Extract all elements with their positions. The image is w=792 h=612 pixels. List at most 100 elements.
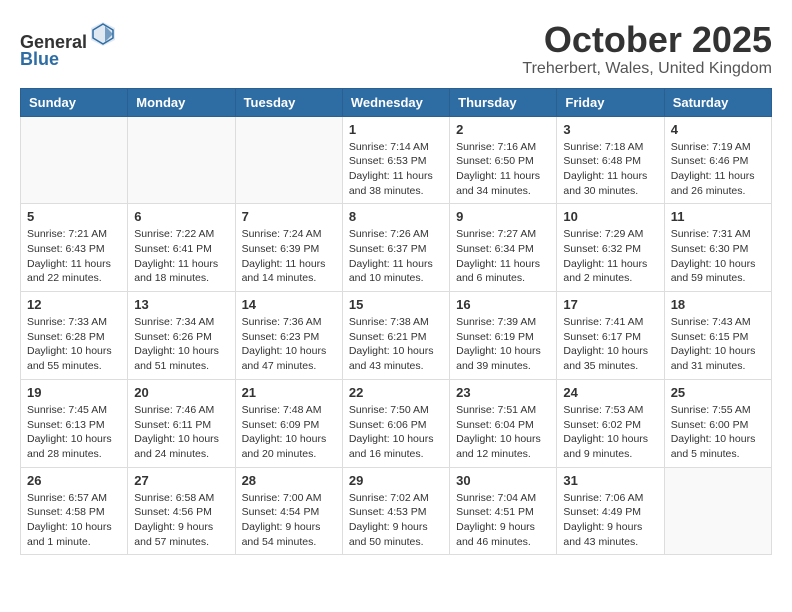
calendar-day-cell: 29 Sunrise: 7:02 AM Sunset: 4:53 PM Dayli… xyxy=(342,467,449,555)
day-number: 13 xyxy=(134,297,228,312)
day-info: Sunrise: 7:06 AM Sunset: 4:49 PM Dayligh… xyxy=(563,491,657,550)
calendar-day-cell: 11Sunrise: 7:31 AM Sunset: 6:30 PM Dayli… xyxy=(664,204,771,292)
day-info: Sunrise: 7:21 AM Sunset: 6:43 PM Dayligh… xyxy=(27,227,121,286)
calendar-day-cell: 23Sunrise: 7:51 AM Sunset: 6:04 PM Dayli… xyxy=(450,379,557,467)
calendar-day-cell: 26Sunrise: 6:57 AM Sunset: 4:58 PM Dayli… xyxy=(21,467,128,555)
day-info: Sunrise: 6:58 AM Sunset: 4:56 PM Dayligh… xyxy=(134,491,228,550)
calendar-day-cell: 27 Sunrise: 6:58 AM Sunset: 4:56 PM Dayli… xyxy=(128,467,235,555)
day-number: 18 xyxy=(671,297,765,312)
day-info: Sunrise: 7:45 AM Sunset: 6:13 PM Dayligh… xyxy=(27,403,121,462)
day-info: Sunrise: 7:04 AM Sunset: 4:51 PM Dayligh… xyxy=(456,491,550,550)
calendar-day-cell: 12 Sunrise: 7:33 AM Sunset: 6:28 PM Dayli… xyxy=(21,292,128,380)
calendar-day-cell: 28 Sunrise: 7:00 AM Sunset: 4:54 PM Dayli… xyxy=(235,467,342,555)
calendar-week-row: 5 Sunrise: 7:21 AM Sunset: 6:43 PM Daylig… xyxy=(21,204,772,292)
day-info: Sunrise: 7:27 AM Sunset: 6:34 PM Dayligh… xyxy=(456,227,550,286)
day-info: Sunrise: 7:34 AM Sunset: 6:26 PM Dayligh… xyxy=(134,315,228,374)
day-header-thursday: Thursday xyxy=(450,88,557,116)
day-number: 29 xyxy=(349,473,443,488)
calendar-day-cell: 18Sunrise: 7:43 AM Sunset: 6:15 PM Dayli… xyxy=(664,292,771,380)
day-info: Sunrise: 7:00 AM Sunset: 4:54 PM Dayligh… xyxy=(242,491,336,550)
day-info: Sunrise: 7:36 AM Sunset: 6:23 PM Dayligh… xyxy=(242,315,336,374)
day-header-friday: Friday xyxy=(557,88,664,116)
calendar-day-cell xyxy=(128,116,235,204)
day-number: 5 xyxy=(27,209,121,224)
day-info: Sunrise: 7:22 AM Sunset: 6:41 PM Dayligh… xyxy=(134,227,228,286)
day-number: 8 xyxy=(349,209,443,224)
calendar-day-cell: 25 Sunrise: 7:55 AM Sunset: 6:00 PM Dayli… xyxy=(664,379,771,467)
day-number: 10 xyxy=(563,209,657,224)
day-info: Sunrise: 7:29 AM Sunset: 6:32 PM Dayligh… xyxy=(563,227,657,286)
day-number: 2 xyxy=(456,122,550,137)
day-info: Sunrise: 7:24 AM Sunset: 6:39 PM Dayligh… xyxy=(242,227,336,286)
day-number: 1 xyxy=(349,122,443,137)
day-number: 25 xyxy=(671,385,765,400)
day-info: Sunrise: 7:18 AM Sunset: 6:48 PM Dayligh… xyxy=(563,140,657,199)
day-header-monday: Monday xyxy=(128,88,235,116)
calendar-day-cell: 7 Sunrise: 7:24 AM Sunset: 6:39 PM Daylig… xyxy=(235,204,342,292)
day-number: 3 xyxy=(563,122,657,137)
day-number: 12 xyxy=(27,297,121,312)
calendar-day-cell: 17 Sunrise: 7:41 AM Sunset: 6:17 PM Dayli… xyxy=(557,292,664,380)
day-info: Sunrise: 7:02 AM Sunset: 4:53 PM Dayligh… xyxy=(349,491,443,550)
location-title: Treherbert, Wales, United Kingdom xyxy=(522,60,772,78)
day-number: 19 xyxy=(27,385,121,400)
calendar-day-cell: 16Sunrise: 7:39 AM Sunset: 6:19 PM Dayli… xyxy=(450,292,557,380)
calendar-day-cell: 21 Sunrise: 7:48 AM Sunset: 6:09 PM Dayli… xyxy=(235,379,342,467)
day-number: 31 xyxy=(563,473,657,488)
logo-text: General Blue xyxy=(20,20,117,70)
day-info: Sunrise: 7:41 AM Sunset: 6:17 PM Dayligh… xyxy=(563,315,657,374)
day-number: 27 xyxy=(134,473,228,488)
calendar-day-cell: 5 Sunrise: 7:21 AM Sunset: 6:43 PM Daylig… xyxy=(21,204,128,292)
day-info: Sunrise: 7:46 AM Sunset: 6:11 PM Dayligh… xyxy=(134,403,228,462)
calendar-week-row: 19 Sunrise: 7:45 AM Sunset: 6:13 PM Dayli… xyxy=(21,379,772,467)
day-header-saturday: Saturday xyxy=(664,88,771,116)
day-number: 15 xyxy=(349,297,443,312)
calendar-week-row: 26Sunrise: 6:57 AM Sunset: 4:58 PM Dayli… xyxy=(21,467,772,555)
calendar-day-cell: 9 Sunrise: 7:27 AM Sunset: 6:34 PM Daylig… xyxy=(450,204,557,292)
day-number: 28 xyxy=(242,473,336,488)
calendar-day-cell: 24 Sunrise: 7:53 AM Sunset: 6:02 PM Dayli… xyxy=(557,379,664,467)
calendar-week-row: 12 Sunrise: 7:33 AM Sunset: 6:28 PM Dayli… xyxy=(21,292,772,380)
day-number: 17 xyxy=(563,297,657,312)
day-info: Sunrise: 7:50 AM Sunset: 6:06 PM Dayligh… xyxy=(349,403,443,462)
day-info: Sunrise: 7:26 AM Sunset: 6:37 PM Dayligh… xyxy=(349,227,443,286)
calendar-day-cell: 19 Sunrise: 7:45 AM Sunset: 6:13 PM Dayli… xyxy=(21,379,128,467)
month-title: October 2025 xyxy=(522,20,772,60)
title-block: October 2025 Treherbert, Wales, United K… xyxy=(522,20,772,78)
day-number: 30 xyxy=(456,473,550,488)
day-info: Sunrise: 7:33 AM Sunset: 6:28 PM Dayligh… xyxy=(27,315,121,374)
calendar-day-cell: 8 Sunrise: 7:26 AM Sunset: 6:37 PM Daylig… xyxy=(342,204,449,292)
day-header-wednesday: Wednesday xyxy=(342,88,449,116)
calendar-day-cell: 20 Sunrise: 7:46 AM Sunset: 6:11 PM Dayli… xyxy=(128,379,235,467)
day-info: Sunrise: 7:48 AM Sunset: 6:09 PM Dayligh… xyxy=(242,403,336,462)
calendar-day-cell xyxy=(21,116,128,204)
day-number: 9 xyxy=(456,209,550,224)
calendar-day-cell: 15Sunrise: 7:38 AM Sunset: 6:21 PM Dayli… xyxy=(342,292,449,380)
logo-flag-icon xyxy=(89,20,117,48)
day-number: 23 xyxy=(456,385,550,400)
calendar-day-cell: 31 Sunrise: 7:06 AM Sunset: 4:49 PM Dayli… xyxy=(557,467,664,555)
day-info: Sunrise: 7:19 AM Sunset: 6:46 PM Dayligh… xyxy=(671,140,765,199)
day-info: Sunrise: 7:53 AM Sunset: 6:02 PM Dayligh… xyxy=(563,403,657,462)
day-number: 20 xyxy=(134,385,228,400)
day-number: 4 xyxy=(671,122,765,137)
day-info: Sunrise: 7:55 AM Sunset: 6:00 PM Dayligh… xyxy=(671,403,765,462)
calendar-day-cell: 2 Sunrise: 7:16 AM Sunset: 6:50 PM Daylig… xyxy=(450,116,557,204)
calendar-day-cell xyxy=(664,467,771,555)
day-number: 24 xyxy=(563,385,657,400)
calendar-week-row: 1 Sunrise: 7:14 AM Sunset: 6:53 PM Daylig… xyxy=(21,116,772,204)
day-info: Sunrise: 7:31 AM Sunset: 6:30 PM Dayligh… xyxy=(671,227,765,286)
logo-blue: Blue xyxy=(20,49,117,70)
day-info: Sunrise: 7:14 AM Sunset: 6:53 PM Dayligh… xyxy=(349,140,443,199)
calendar-day-cell: 4 Sunrise: 7:19 AM Sunset: 6:46 PM Daylig… xyxy=(664,116,771,204)
day-number: 21 xyxy=(242,385,336,400)
calendar-day-cell: 10 Sunrise: 7:29 AM Sunset: 6:32 PM Dayli… xyxy=(557,204,664,292)
calendar-day-cell: 3 Sunrise: 7:18 AM Sunset: 6:48 PM Daylig… xyxy=(557,116,664,204)
day-number: 7 xyxy=(242,209,336,224)
calendar-day-cell: 22Sunrise: 7:50 AM Sunset: 6:06 PM Dayli… xyxy=(342,379,449,467)
calendar-day-cell: 1 Sunrise: 7:14 AM Sunset: 6:53 PM Daylig… xyxy=(342,116,449,204)
day-info: Sunrise: 7:16 AM Sunset: 6:50 PM Dayligh… xyxy=(456,140,550,199)
calendar-table: SundayMondayTuesdayWednesdayThursdayFrid… xyxy=(20,88,772,556)
page-header: General Blue October 2025 Treherbert, Wa… xyxy=(20,20,772,78)
calendar-day-cell: 6Sunrise: 7:22 AM Sunset: 6:41 PM Daylig… xyxy=(128,204,235,292)
